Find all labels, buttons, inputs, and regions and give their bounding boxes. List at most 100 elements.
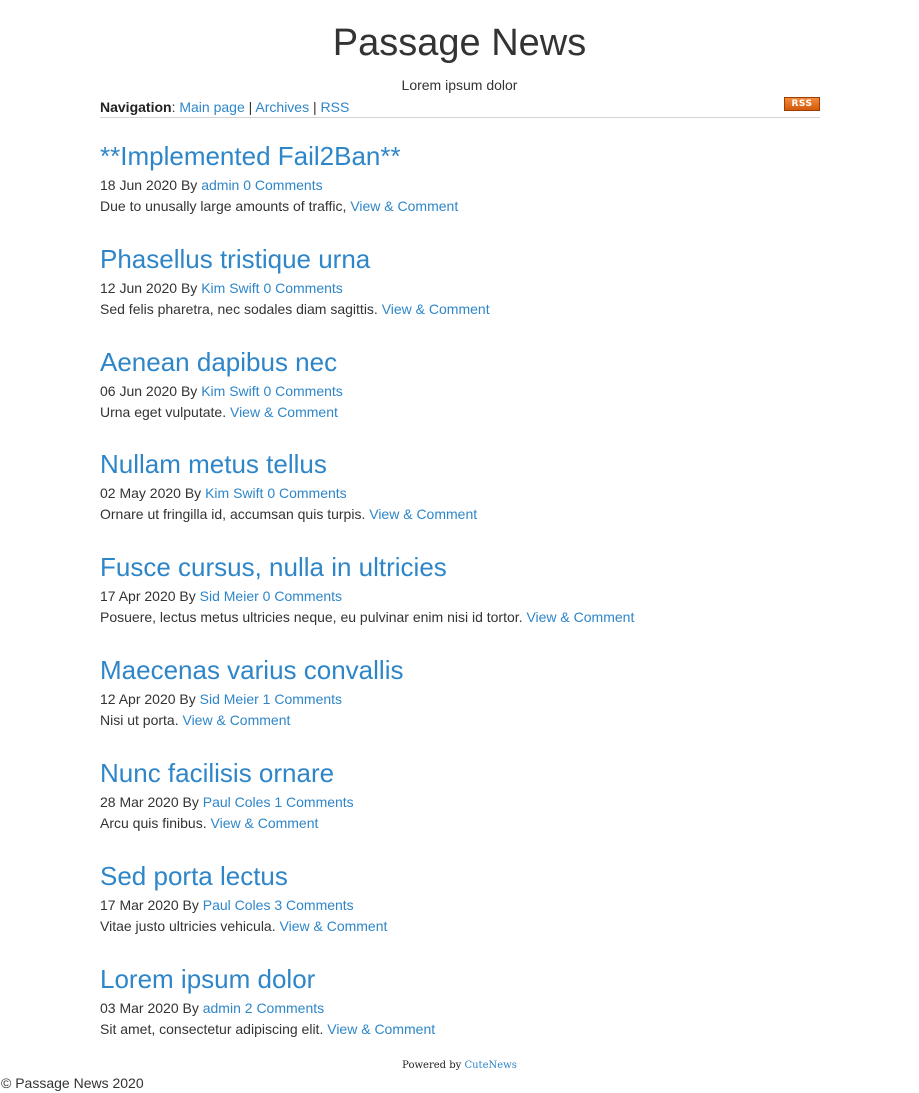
- post-excerpt-text: Due to unusally large amounts of traffic…: [100, 198, 347, 214]
- post-author-link[interactable]: Kim Swift: [205, 485, 263, 501]
- post-title-link[interactable]: Lorem ipsum dolor: [100, 963, 820, 995]
- post-excerpt-text: Posuere, lectus metus ultricies neque, e…: [100, 609, 523, 625]
- post-meta: 02 May 2020 By Kim Swift 0 Comments: [100, 484, 820, 502]
- post-comments-link[interactable]: 0 Comments: [263, 588, 342, 604]
- powered-by-label: Powered by: [402, 1060, 462, 1071]
- rss-feed-icon[interactable]: RSS: [784, 97, 820, 111]
- post-by-label: By: [180, 280, 198, 296]
- news-post: Fusce cursus, nulla in ultricies 17 Apr 2…: [100, 551, 820, 626]
- post-excerpt-text: Nisi ut porta.: [100, 712, 179, 728]
- post-author-link[interactable]: admin: [201, 177, 239, 193]
- view-comment-link[interactable]: View & Comment: [526, 609, 634, 625]
- post-meta: 17 Mar 2020 By Paul Coles 3 Comments: [100, 896, 820, 914]
- view-comment-link[interactable]: View & Comment: [369, 506, 477, 522]
- post-author-link[interactable]: admin: [203, 1000, 241, 1016]
- news-post: Maecenas varius convallis 12 Apr 2020 By …: [100, 654, 820, 729]
- post-excerpt: Ornare ut fringilla id, accumsan quis tu…: [100, 505, 820, 523]
- post-meta: 06 Jun 2020 By Kim Swift 0 Comments: [100, 382, 820, 400]
- post-date: 12 Apr 2020: [100, 691, 176, 707]
- post-comments-link[interactable]: 0 Comments: [263, 280, 342, 296]
- post-author-link[interactable]: Paul Coles: [203, 794, 271, 810]
- post-meta: 12 Jun 2020 By Kim Swift 0 Comments: [100, 279, 820, 297]
- post-meta: 28 Mar 2020 By Paul Coles 1 Comments: [100, 793, 820, 811]
- news-post: Nullam metus tellus 02 May 2020 By Kim Sw…: [100, 448, 820, 523]
- post-date: 02 May 2020: [100, 485, 181, 501]
- news-post: Lorem ipsum dolor 03 Mar 2020 By admin 2 …: [100, 963, 820, 1038]
- post-author-link[interactable]: Paul Coles: [203, 897, 271, 913]
- copyright: © Passage News 2020: [1, 1075, 144, 1091]
- post-excerpt: Vitae justo ultricies vehicula. View & C…: [100, 917, 820, 935]
- post-excerpt-text: Urna eget vulputate.: [100, 404, 227, 420]
- post-meta: 03 Mar 2020 By admin 2 Comments: [100, 999, 820, 1017]
- post-excerpt-text: Arcu quis finibus.: [100, 815, 207, 831]
- post-date: 17 Apr 2020: [100, 588, 176, 604]
- news-post: Sed porta lectus 17 Mar 2020 By Paul Cole…: [100, 860, 820, 935]
- post-author-link[interactable]: Kim Swift: [201, 383, 259, 399]
- post-by-label: By: [182, 1000, 199, 1016]
- view-comment-link[interactable]: View & Comment: [211, 815, 319, 831]
- post-title-link[interactable]: Maecenas varius convallis: [100, 654, 820, 686]
- view-comment-link[interactable]: View & Comment: [350, 198, 458, 214]
- post-date: 03 Mar 2020: [100, 1000, 179, 1016]
- post-excerpt: Arcu quis finibus. View & Comment: [100, 814, 820, 832]
- post-comments-link[interactable]: 3 Comments: [274, 897, 353, 913]
- site-title: Passage News: [332, 22, 587, 64]
- post-title-link[interactable]: Nunc facilisis ornare: [100, 757, 820, 789]
- post-date: 06 Jun 2020: [100, 383, 178, 399]
- post-author-link[interactable]: Kim Swift: [201, 280, 259, 296]
- post-by-label: By: [184, 485, 202, 501]
- news-post: Phasellus tristique urna 12 Jun 2020 By K…: [100, 243, 820, 318]
- post-title-link[interactable]: Sed porta lectus: [100, 860, 820, 892]
- post-title-link[interactable]: Nullam metus tellus: [100, 448, 820, 480]
- news-post: Nunc facilisis ornare 28 Mar 2020 By Paul…: [100, 757, 820, 832]
- post-excerpt-text: Sit amet, consectetur adipiscing elit.: [100, 1021, 324, 1037]
- view-comment-link[interactable]: View & Comment: [182, 712, 290, 728]
- view-comment-link[interactable]: View & Comment: [230, 404, 338, 420]
- post-author-link[interactable]: Sid Meier: [200, 588, 259, 604]
- navigation-bar: Navigation: Main page | Archives | RSS R…: [100, 97, 820, 118]
- nav-colon: :: [171, 99, 176, 115]
- nav-archives-link[interactable]: Archives: [255, 99, 309, 115]
- site-tagline: Lorem ipsum dolor: [401, 77, 518, 93]
- post-by-label: By: [182, 794, 199, 810]
- post-comments-link[interactable]: 1 Comments: [274, 794, 353, 810]
- post-by-label: By: [180, 177, 198, 193]
- post-excerpt-text: Sed felis pharetra, nec sodales diam sag…: [100, 301, 378, 317]
- view-comment-link[interactable]: View & Comment: [382, 301, 490, 317]
- post-by-label: By: [179, 588, 196, 604]
- post-meta: 12 Apr 2020 By Sid Meier 1 Comments: [100, 690, 820, 708]
- post-by-label: By: [180, 383, 198, 399]
- nav-rss-link[interactable]: RSS: [321, 99, 350, 115]
- post-meta: 17 Apr 2020 By Sid Meier 0 Comments: [100, 587, 820, 605]
- news-post: Aenean dapibus nec 06 Jun 2020 By Kim Swi…: [100, 346, 820, 421]
- post-comments-link[interactable]: 0 Comments: [263, 383, 342, 399]
- nav-label: Navigation: [100, 99, 172, 115]
- post-date: 12 Jun 2020: [100, 280, 178, 296]
- post-date: 28 Mar 2020: [100, 794, 179, 810]
- post-excerpt: Sed felis pharetra, nec sodales diam sag…: [100, 300, 820, 318]
- view-comment-link[interactable]: View & Comment: [327, 1021, 435, 1037]
- nav-separator: |: [312, 99, 317, 115]
- post-excerpt: Posuere, lectus metus ultricies neque, e…: [100, 608, 820, 626]
- post-title-link[interactable]: Fusce cursus, nulla in ultricies: [100, 551, 820, 583]
- post-date: 17 Mar 2020: [100, 897, 179, 913]
- post-author-link[interactable]: Sid Meier: [200, 691, 259, 707]
- post-title-link[interactable]: **Implemented Fail2Ban**: [100, 140, 820, 172]
- post-excerpt: Sit amet, consectetur adipiscing elit. V…: [100, 1020, 820, 1038]
- post-comments-link[interactable]: 0 Comments: [243, 177, 322, 193]
- post-comments-link[interactable]: 1 Comments: [263, 691, 342, 707]
- post-excerpt: Nisi ut porta. View & Comment: [100, 711, 820, 729]
- post-title-link[interactable]: Aenean dapibus nec: [100, 346, 820, 378]
- post-excerpt-text: Vitae justo ultricies vehicula.: [100, 918, 276, 934]
- news-post: **Implemented Fail2Ban** 18 Jun 2020 By a…: [100, 140, 820, 215]
- nav-main-page-link[interactable]: Main page: [179, 99, 244, 115]
- view-comment-link[interactable]: View & Comment: [280, 918, 388, 934]
- post-meta: 18 Jun 2020 By admin 0 Comments: [100, 176, 820, 194]
- post-date: 18 Jun 2020: [100, 177, 178, 193]
- cutenews-link[interactable]: CuteNews: [464, 1060, 516, 1071]
- post-by-label: By: [179, 691, 196, 707]
- post-comments-link[interactable]: 0 Comments: [267, 485, 346, 501]
- post-comments-link[interactable]: 2 Comments: [245, 1000, 324, 1016]
- post-by-label: By: [182, 897, 199, 913]
- post-title-link[interactable]: Phasellus tristique urna: [100, 243, 820, 275]
